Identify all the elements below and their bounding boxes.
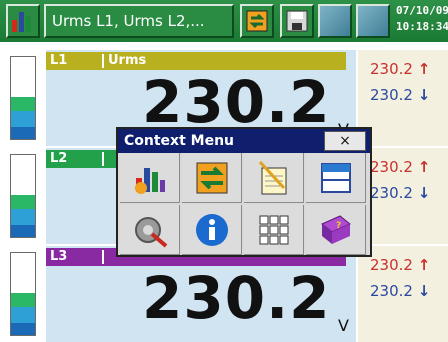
app-chart-button[interactable] xyxy=(6,4,40,38)
bargraph-panel xyxy=(0,50,42,146)
max-value: 230.2 ↑ xyxy=(370,60,430,78)
tag-divider xyxy=(102,152,104,166)
ctx-item-exchange[interactable] xyxy=(182,153,242,203)
notepad-icon xyxy=(258,160,286,194)
min-number: 230.2 xyxy=(370,86,413,104)
view-title-field[interactable]: Urms L1, Urms L2,... xyxy=(44,4,234,38)
channel-label: L1 xyxy=(50,53,68,68)
ctx-item-notepad[interactable] xyxy=(244,153,304,203)
save-icon xyxy=(286,10,308,32)
down-arrow-icon: ↓ xyxy=(417,282,431,300)
quantity-label: Urms xyxy=(108,53,147,68)
close-button[interactable]: × xyxy=(324,131,366,151)
tag-divider xyxy=(102,250,104,264)
level-bargraph xyxy=(10,56,36,140)
ctx-item-keypad[interactable] xyxy=(244,205,304,255)
blank-button-1[interactable] xyxy=(318,4,352,38)
blank-button-2[interactable] xyxy=(356,4,390,38)
main-value: 230.2 xyxy=(142,264,331,332)
value-panel: L3 230.2 V xyxy=(46,246,356,342)
bargraph-panel xyxy=(0,246,42,342)
help-book-icon: ? xyxy=(320,214,351,244)
min-number: 230.2 xyxy=(370,184,413,202)
ctx-item-window-split[interactable] xyxy=(306,153,366,203)
max-number: 230.2 xyxy=(370,158,413,176)
max-value: 230.2 ↑ xyxy=(370,256,430,274)
cycle-icon xyxy=(246,10,268,32)
ctx-item-info[interactable] xyxy=(182,205,242,255)
up-arrow-icon: ↑ xyxy=(417,256,431,274)
max-number: 230.2 xyxy=(370,256,413,274)
svg-text:?: ? xyxy=(336,221,341,231)
down-arrow-icon: ↓ xyxy=(417,184,431,202)
channel-label: L2 xyxy=(50,151,68,166)
min-value: 230.2 ↓ xyxy=(370,184,430,202)
settings-tools-icon xyxy=(134,216,167,248)
down-arrow-icon: ↓ xyxy=(417,86,431,104)
bargraph-panel xyxy=(0,148,42,244)
channel-row-l3[interactable]: L3 230.2 V 230.2 ↑ 230.2 ↓ xyxy=(0,246,448,342)
ctx-item-chart[interactable] xyxy=(120,153,180,203)
top-toolbar: Urms L1, Urms L2,... 07/10/09 10:18:34 xyxy=(0,0,448,42)
window-split-icon xyxy=(320,162,351,193)
min-max-panel: 230.2 ↑ 230.2 ↓ xyxy=(358,246,448,342)
max-number: 230.2 xyxy=(370,60,413,78)
cycle-button[interactable] xyxy=(240,4,274,38)
up-arrow-icon: ↑ xyxy=(417,158,431,176)
level-bargraph xyxy=(10,252,36,336)
min-number: 230.2 xyxy=(370,282,413,300)
up-arrow-icon: ↑ xyxy=(417,60,431,78)
ctx-item-settings[interactable] xyxy=(120,205,180,255)
keypad-icon xyxy=(259,215,288,244)
bar-chart-icon xyxy=(12,12,31,32)
min-value: 230.2 ↓ xyxy=(370,282,430,300)
unit-label: V xyxy=(338,316,349,335)
time-text: 10:18:34 xyxy=(396,20,448,33)
max-value: 230.2 ↑ xyxy=(370,158,430,176)
channel-label: L3 xyxy=(50,249,68,264)
save-button[interactable] xyxy=(280,4,314,38)
date-text: 07/10/09 xyxy=(396,4,448,17)
level-bargraph xyxy=(10,154,36,238)
exchange-icon xyxy=(196,162,227,193)
min-value: 230.2 ↓ xyxy=(370,86,430,104)
tag-divider xyxy=(102,54,104,68)
chart-icon xyxy=(134,167,165,194)
date-time-display: 07/10/09 10:18:34 xyxy=(396,3,448,35)
context-menu-dialog: Context Menu × ? xyxy=(116,127,372,257)
info-icon xyxy=(195,213,228,246)
ctx-item-help[interactable]: ? xyxy=(306,205,366,255)
